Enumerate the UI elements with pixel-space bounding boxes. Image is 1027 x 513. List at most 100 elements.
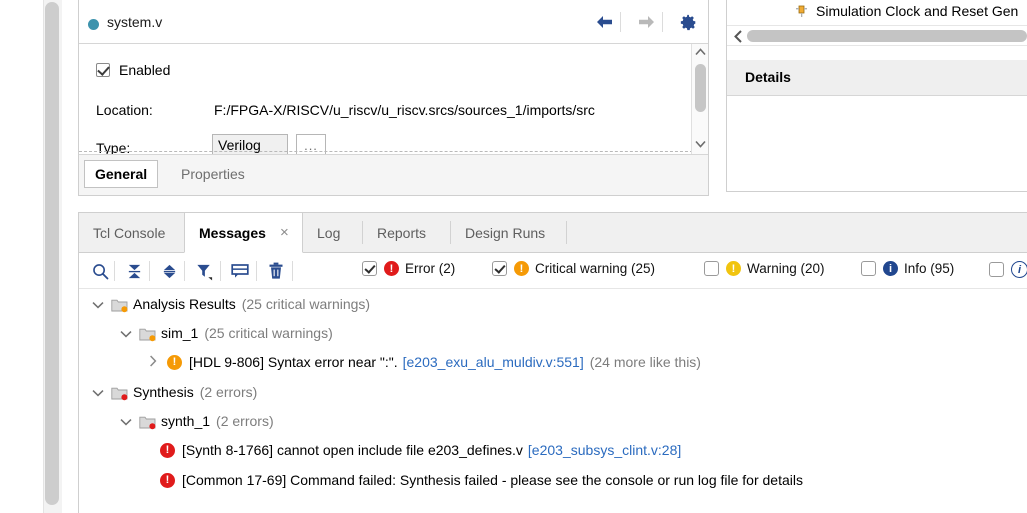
critical-warning-icon: ! — [514, 261, 529, 276]
tab-design-runs[interactable]: Design Runs — [451, 213, 567, 252]
tree-row-label: [HDL 9-806] Syntax error near ":". — [189, 354, 398, 370]
messages-dock: Tcl Console Messages × Log Reports Desig… — [78, 212, 1027, 513]
filter-icon[interactable] — [191, 258, 217, 284]
info-icon: i — [883, 261, 898, 276]
toolbar-separator-6 — [292, 261, 293, 281]
filter-info-checkbox[interactable] — [861, 261, 876, 276]
filter-warning[interactable]: ! Warning (20) — [704, 261, 825, 276]
tree-row-synth-1[interactable]: synth_1 (2 errors) — [79, 406, 1027, 436]
filter-info[interactable]: i Info (95) — [861, 261, 954, 276]
source-file-properties-panel: system.v Enabled Location: F:/FPGA-X/RIS… — [78, 0, 709, 196]
tab-log-label: Log — [317, 224, 341, 241]
tab-design-runs-label: Design Runs — [465, 224, 546, 241]
error-icon: ! — [160, 472, 175, 488]
bd-horizontal-scrollbar[interactable] — [727, 25, 1027, 46]
collapse-all-icon[interactable] — [121, 258, 147, 284]
properties-vertical-scrollbar[interactable] — [691, 44, 708, 154]
tree-row-label: sim_1 — [161, 325, 199, 341]
tree-row-suffix: (25 critical warnings) — [204, 325, 333, 341]
chevron-left-icon[interactable] — [731, 28, 745, 44]
twisty-expanded-icon[interactable] — [92, 385, 106, 399]
toolbar-separator-1 — [114, 261, 115, 281]
filter-info-label: Info (95) — [904, 261, 955, 276]
tab-general[interactable]: General — [84, 160, 159, 188]
toolbar-separator-3 — [184, 261, 185, 281]
expand-all-icon[interactable] — [156, 258, 182, 284]
location-value: F:/FPGA-X/RISCV/u_riscv/u_riscv.srcs/sou… — [214, 102, 595, 118]
tree-row-label: synth_1 — [161, 413, 211, 429]
tab-separator-design-runs — [566, 221, 567, 244]
header-separator-1 — [620, 12, 621, 32]
bd-tree-row[interactable]: Simulation Clock and Reset Gen — [727, 0, 1027, 24]
twisty-collapsed-icon[interactable] — [149, 355, 163, 369]
search-icon[interactable] — [87, 258, 113, 284]
properties-panel-title: system.v — [107, 14, 163, 30]
twisty-expanded-icon[interactable] — [120, 414, 134, 428]
details-header-label: Details — [745, 69, 791, 85]
properties-tab-strip: General Properties — [79, 154, 708, 195]
bd-panel-gap — [727, 46, 1027, 60]
location-label: Location: — [96, 102, 153, 118]
tree-row-more: (24 more like this) — [589, 354, 701, 370]
filter-error-checkbox[interactable] — [362, 261, 377, 276]
pin-component-icon — [795, 4, 808, 21]
filter-error[interactable]: ! Error (2) — [362, 261, 455, 276]
filter-status-checkbox[interactable] — [989, 262, 1004, 277]
tab-properties[interactable]: Properties — [171, 160, 255, 188]
filter-error-label: Error (2) — [405, 261, 456, 276]
tree-row-common-17-69[interactable]: ! [Common 17-69] Command failed: Synthes… — [79, 465, 1027, 495]
nav-forward-button[interactable] — [633, 10, 659, 34]
tab-messages[interactable]: Messages × — [184, 213, 303, 253]
error-icon: ! — [384, 261, 399, 276]
tree-row-analysis-results[interactable]: Analysis Results (25 critical warnings) — [79, 289, 1027, 319]
tree-row-link[interactable]: [e203_exu_alu_muldiv.v:551] — [403, 354, 584, 370]
enabled-checkbox-row[interactable]: Enabled — [96, 62, 170, 78]
message-balloon-icon[interactable] — [227, 258, 253, 284]
twisty-expanded-icon[interactable] — [92, 297, 106, 311]
block-design-details-panel: Simulation Clock and Reset Gen Details — [726, 0, 1027, 192]
tab-log[interactable]: Log — [303, 213, 363, 252]
filter-critical-warning-checkbox[interactable] — [492, 261, 507, 276]
tab-general-label: General — [95, 166, 148, 182]
twisty-expanded-icon[interactable] — [120, 326, 134, 340]
outer-vertical-scrollbar-thumb[interactable] — [45, 2, 59, 505]
tree-row-suffix: (2 errors) — [199, 384, 258, 400]
tab-messages-close-icon[interactable]: × — [280, 224, 289, 241]
tree-row-hdl-9-806[interactable]: ! [HDL 9-806] Syntax error near ":". [e2… — [79, 347, 1027, 377]
tree-row-label: [Synth 8-1766] cannot open include file … — [182, 442, 523, 458]
folder-error-icon — [139, 415, 156, 429]
tab-tcl-console[interactable]: Tcl Console — [79, 213, 184, 252]
file-status-dot-icon — [88, 19, 99, 30]
header-separator-2 — [662, 12, 663, 32]
filter-status[interactable]: i — [989, 261, 1027, 278]
nav-back-button[interactable] — [591, 10, 617, 34]
app-root: system.v Enabled Location: F:/FPGA-X/RIS… — [0, 0, 1027, 513]
filter-warning-checkbox[interactable] — [704, 261, 719, 276]
delete-trash-icon[interactable] — [263, 258, 289, 284]
scroll-up-arrow-icon[interactable] — [692, 44, 708, 59]
tree-row-label: [Common 17-69] Command failed: Synthesis… — [182, 472, 803, 488]
tree-row-link[interactable]: [e203_subsys_clint.v:28] — [528, 442, 681, 458]
enabled-label: Enabled — [119, 62, 171, 78]
properties-panel-header: system.v — [79, 0, 708, 44]
toolbar-separator-5 — [256, 261, 257, 281]
tree-row-synth-8-1766[interactable]: ! [Synth 8-1766] cannot open include fil… — [79, 435, 1027, 465]
tree-row-label: Analysis Results — [133, 296, 236, 312]
tree-row-synthesis[interactable]: Synthesis (2 errors) — [79, 377, 1027, 407]
scroll-down-arrow-icon[interactable] — [692, 136, 708, 151]
filter-critical-warning[interactable]: ! Critical warning (25) — [492, 261, 655, 276]
folder-warning-icon — [139, 327, 156, 341]
tab-tcl-console-label: Tcl Console — [93, 224, 166, 241]
bd-tree-row-label: Simulation Clock and Reset Gen — [816, 3, 1019, 19]
tree-row-sim-1[interactable]: sim_1 (25 critical warnings) — [79, 318, 1027, 348]
status-info-icon: i — [1011, 261, 1027, 278]
bd-horizontal-scrollbar-thumb[interactable] — [747, 30, 1027, 42]
messages-tree[interactable]: Analysis Results (25 critical warnings) … — [79, 289, 1027, 513]
filter-critical-warning-label: Critical warning (25) — [535, 261, 656, 276]
settings-button[interactable] — [675, 10, 701, 34]
properties-scrollbar-thumb[interactable] — [695, 64, 706, 112]
enabled-checkbox[interactable] — [96, 63, 110, 77]
details-header-bar: Details — [727, 60, 1027, 96]
tab-reports[interactable]: Reports — [363, 213, 451, 252]
messages-toolbar: ! Error (2) ! Critical warning (25) ! Wa… — [79, 253, 1027, 289]
